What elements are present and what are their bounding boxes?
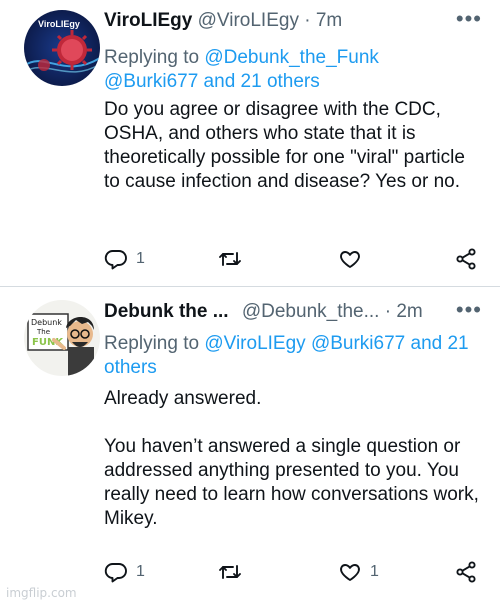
display-name[interactable]: ViroLIEgy xyxy=(104,10,192,31)
heart-icon xyxy=(340,251,360,268)
avatar-cartoon-image: Debunk The FUNK xyxy=(24,300,100,376)
timestamp[interactable]: · 2m xyxy=(385,301,423,322)
retweet-button[interactable] xyxy=(218,559,250,585)
avatar-sign-text: Debunk xyxy=(31,318,62,327)
tweet-header: ViroLIEgy @ViroLIEgy · 7m ••• xyxy=(104,6,482,40)
svg-text:The: The xyxy=(36,328,50,336)
timestamp[interactable]: · 7m xyxy=(304,10,342,31)
reply-icon xyxy=(104,563,127,583)
more-options-icon[interactable]: ••• xyxy=(456,6,482,32)
reply-button[interactable]: 1 xyxy=(104,246,145,272)
reply-icon xyxy=(104,250,127,270)
avatar[interactable]: Debunk The FUNK xyxy=(24,300,100,376)
reply-count: 1 xyxy=(136,250,145,267)
share-button[interactable] xyxy=(454,559,478,585)
replying-to-label: Replying to xyxy=(104,47,205,68)
replying-to: Replying to @Debunk_the_Funk @Burki677 a… xyxy=(104,46,474,94)
replying-to-label: Replying to xyxy=(104,333,205,354)
tweet-debunk-the-funk[interactable]: Debunk The FUNK Debunk the ... @Debunk_t… xyxy=(0,288,500,604)
like-button[interactable] xyxy=(338,246,370,272)
replying-to: Replying to @ViroLIEgy @Burki677 and 21 … xyxy=(104,332,474,380)
tweet-text: Already answered. You haven’t answered a… xyxy=(104,388,479,529)
avatar-logo-text: ViroLIEgy xyxy=(38,19,80,29)
tweet-text: Do you agree or disagree with the CDC, O… xyxy=(104,99,465,192)
reply-count: 1 xyxy=(136,563,145,580)
tweet-virolieGy[interactable]: ViroLIEgy ViroLIEgy @ViroLIEgy · 7m ••• … xyxy=(0,0,500,287)
avatar-virus-image: ViroLIEgy xyxy=(24,10,100,86)
watermark: imgflip.com xyxy=(6,586,77,600)
retweet-button[interactable] xyxy=(218,246,250,272)
reply-button[interactable]: 1 xyxy=(104,559,145,585)
retweet-icon xyxy=(219,252,241,266)
like-button[interactable]: 1 xyxy=(338,559,379,585)
avatar[interactable]: ViroLIEgy xyxy=(24,10,100,86)
tweet-actions: 1 1 xyxy=(104,559,482,585)
tweet-actions: 1 xyxy=(104,246,482,272)
share-button[interactable] xyxy=(454,246,478,272)
tweet-divider xyxy=(0,286,500,287)
share-icon xyxy=(456,248,476,270)
display-name[interactable]: Debunk the ... xyxy=(104,301,229,322)
tweet-header: Debunk the ... @Debunk_the... · 2m ••• xyxy=(104,297,482,331)
share-icon xyxy=(456,561,476,583)
retweet-icon xyxy=(219,565,241,579)
user-handle[interactable]: @ViroLIEgy xyxy=(198,10,299,31)
heart-icon xyxy=(340,564,360,581)
more-options-icon[interactable]: ••• xyxy=(456,297,482,323)
user-handle[interactable]: @Debunk_the... xyxy=(242,301,380,322)
like-count: 1 xyxy=(370,563,379,580)
